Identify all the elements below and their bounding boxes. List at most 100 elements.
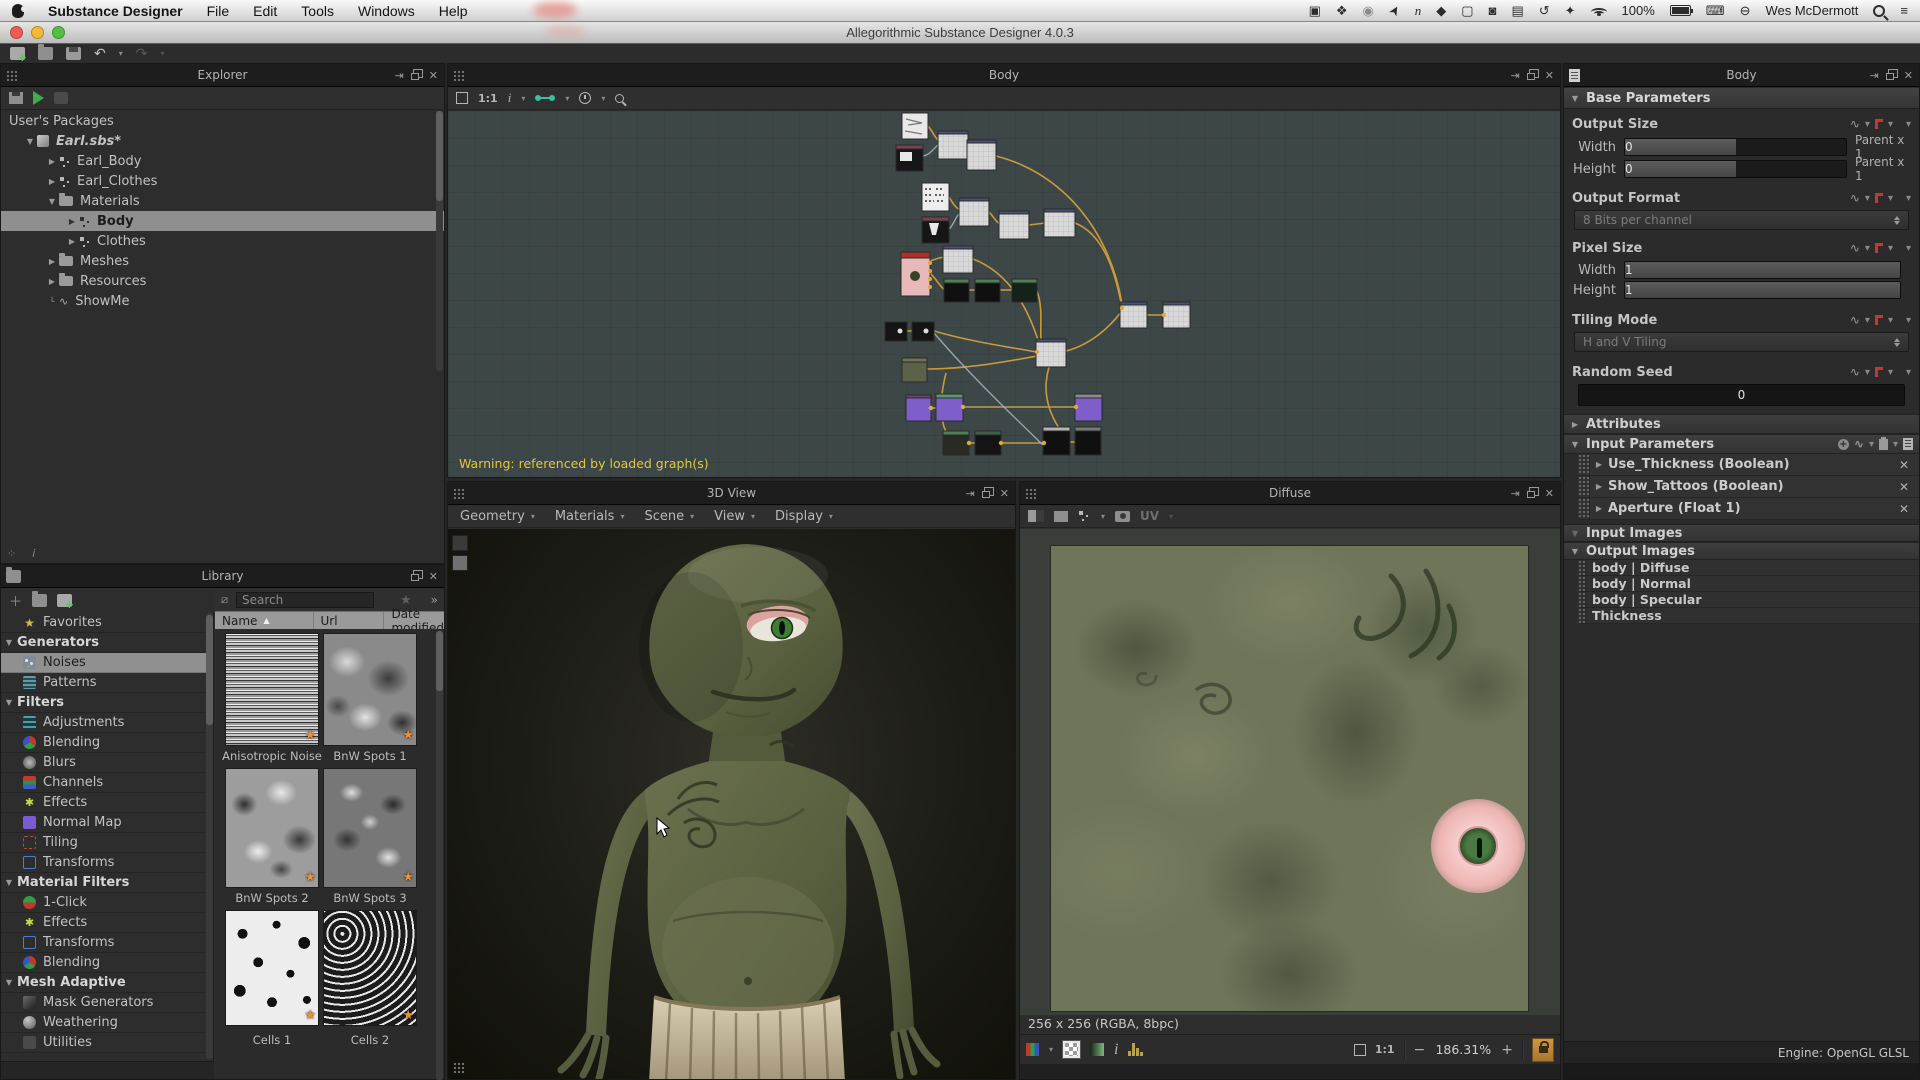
graph-nodes[interactable] [885, 113, 1190, 455]
notational-icon[interactable]: n [1415, 4, 1422, 17]
column-date-modified[interactable]: Date modified [384, 612, 444, 629]
pin-icon[interactable]: ⇥ [1870, 70, 1879, 81]
random-seed-field[interactable]: 0 [1578, 384, 1905, 406]
thumb-cells-1[interactable]: ★ [225, 910, 319, 1026]
cat-blending-2[interactable]: Blending [1, 953, 213, 973]
camera-icon[interactable] [1115, 511, 1130, 522]
dock-handle-icon[interactable] [453, 70, 464, 81]
pin-icon[interactable]: ⇥ [1511, 488, 1520, 499]
bluetooth-icon[interactable]: ✦ [1565, 4, 1576, 17]
tree-root[interactable]: User's Packages [1, 111, 444, 131]
undo-caret-icon[interactable]: ▾ [119, 49, 123, 58]
section-output-images[interactable]: ▼ Output Images [1564, 542, 1919, 560]
tree-item-earl-body[interactable]: ▶Earl_Body [1, 151, 444, 171]
compute-timer-icon[interactable] [579, 92, 591, 104]
favorite-badge-icon[interactable]: ★ [304, 870, 316, 885]
favorite-badge-icon[interactable]: ★ [402, 728, 414, 743]
cat-adjustments[interactable]: Adjustments [1, 713, 213, 733]
fit-view-icon[interactable] [1354, 1044, 1366, 1056]
wifi-icon[interactable] [1591, 5, 1607, 16]
inherit-icon[interactable] [1875, 193, 1883, 203]
uv-mode-label[interactable]: UV [1140, 509, 1159, 523]
caret-icon[interactable]: ▾ [1906, 315, 1911, 326]
save-icon[interactable] [9, 92, 23, 104]
diamond-icon[interactable]: ◆ [1436, 4, 1446, 17]
caret-icon[interactable]: ▾ [1906, 193, 1911, 204]
inherit-icon[interactable] [1875, 367, 1883, 377]
window-manager-icon[interactable]: ▢ [1461, 4, 1473, 17]
caret-icon[interactable]: ▾ [1888, 119, 1893, 130]
add-icon[interactable]: ＋ [9, 591, 22, 610]
drag-handle[interactable] [1578, 476, 1590, 497]
zoom-icon[interactable] [615, 94, 624, 103]
cat-noises-selected[interactable]: Noises [1, 653, 213, 673]
collapse-arrow-icon[interactable]: ▼ [1564, 94, 1586, 103]
width-slider[interactable]: 1 [1624, 261, 1901, 279]
close-icon[interactable]: ✕ [1545, 70, 1554, 81]
fit-view-icon[interactable] [456, 92, 468, 104]
tree-item-body-selected[interactable]: ▶Body [1, 211, 444, 231]
menu-help[interactable]: Help [439, 3, 468, 19]
cat-weathering[interactable]: Weathering [1, 1013, 213, 1033]
inherit-icon[interactable] [1875, 119, 1883, 129]
favorite-badge-icon[interactable]: ★ [402, 870, 414, 885]
pin-icon[interactable]: ⇥ [966, 488, 975, 499]
cat-normal-map[interactable]: Normal Map [1, 813, 213, 833]
collapse-arrow-icon[interactable]: ▼ [1564, 547, 1586, 556]
category-scrollbar[interactable] [206, 613, 213, 1059]
expand-arrow-icon[interactable]: ▶ [1590, 482, 1608, 491]
collapse-arrow-icon[interactable]: ▼ [1564, 529, 1586, 538]
info-icon[interactable]: i [508, 90, 512, 106]
cat-generators[interactable]: ▼Generators [1, 633, 213, 653]
expand-arrow-icon[interactable]: ▶ [65, 237, 79, 246]
expand-arrow-icon[interactable]: ▶ [1590, 504, 1608, 513]
properties-header[interactable]: Body ⇥ ✕ [1564, 64, 1919, 87]
float-icon[interactable] [411, 73, 419, 80]
diffuse-header[interactable]: Diffuse ⇥ ✕ [1020, 482, 1560, 505]
dnd-icon[interactable]: ⊖ [1740, 4, 1751, 17]
collapse-arrow-icon[interactable]: ▼ [1564, 440, 1586, 449]
minimize-window-button[interactable] [31, 26, 44, 39]
actual-size-button[interactable]: 1:1 [478, 92, 498, 105]
drag-handle[interactable] [1578, 576, 1586, 591]
menu-tools[interactable]: Tools [301, 3, 334, 19]
keyboard-icon[interactable]: ⌨ [1706, 4, 1725, 17]
drag-handle[interactable] [1578, 608, 1586, 623]
shield-icon[interactable]: ◙ [1489, 4, 1497, 17]
cat-utilities[interactable]: Utilities [1, 1033, 213, 1053]
param-show-tattoos[interactable]: ▶ Show_Tattoos (Boolean) ✕ [1578, 476, 1919, 498]
param-use-thickness[interactable]: ▶ Use_Thickness (Boolean) ✕ [1578, 454, 1919, 476]
thumb-bnw-spots-3[interactable]: ★ [323, 768, 417, 888]
diffuse-canvas[interactable] [1020, 529, 1560, 1015]
dock-handle-icon[interactable] [6, 70, 17, 81]
expand-arrow-icon[interactable]: ▼ [45, 197, 59, 206]
graph-header[interactable]: Body ⇥ ✕ [448, 64, 1560, 87]
tree-item-resources[interactable]: ▶Resources [1, 271, 444, 291]
close-window-button[interactable] [10, 26, 23, 39]
menu-edit[interactable]: Edit [253, 3, 277, 19]
zoom-window-button[interactable] [52, 26, 65, 39]
drag-handle[interactable] [1578, 560, 1586, 575]
caret-icon[interactable]: ▾ [1893, 439, 1898, 450]
cat-transforms-2[interactable]: Transforms [1, 933, 213, 953]
add-doc-icon[interactable] [57, 594, 72, 607]
viewport-select-button[interactable] [452, 555, 468, 571]
caret-icon[interactable]: ▾ [1869, 439, 1874, 450]
favorite-filter-icon[interactable]: ★ [400, 593, 412, 608]
column-url[interactable]: Url [314, 612, 385, 629]
cat-material-filters[interactable]: ▼Material Filters [1, 873, 213, 893]
param-aperture[interactable]: ▶ Aperture (Float 1) ✕ [1578, 498, 1919, 520]
width-slider[interactable]: 0 [1624, 138, 1847, 156]
caret-icon[interactable]: ▾ [1865, 119, 1870, 130]
apple-menu-icon[interactable] [12, 4, 24, 18]
viewport-expand-button[interactable] [452, 535, 468, 551]
expand-arrow-icon[interactable]: ▼ [1, 638, 17, 647]
drag-handle[interactable] [1578, 498, 1590, 519]
cat-mask-generators[interactable]: Mask Generators [1, 993, 213, 1013]
window-title-bar[interactable]: Allegorithmic Substance Designer 4.0.3 [0, 22, 1920, 44]
redo-caret-icon[interactable]: ▾ [160, 49, 164, 58]
expand-arrow-icon[interactable]: ▶ [1590, 460, 1608, 469]
section-attributes[interactable]: ▶ Attributes [1564, 414, 1919, 434]
split-compare-icon[interactable] [1028, 510, 1044, 522]
height-slider[interactable]: 0 [1624, 160, 1847, 178]
